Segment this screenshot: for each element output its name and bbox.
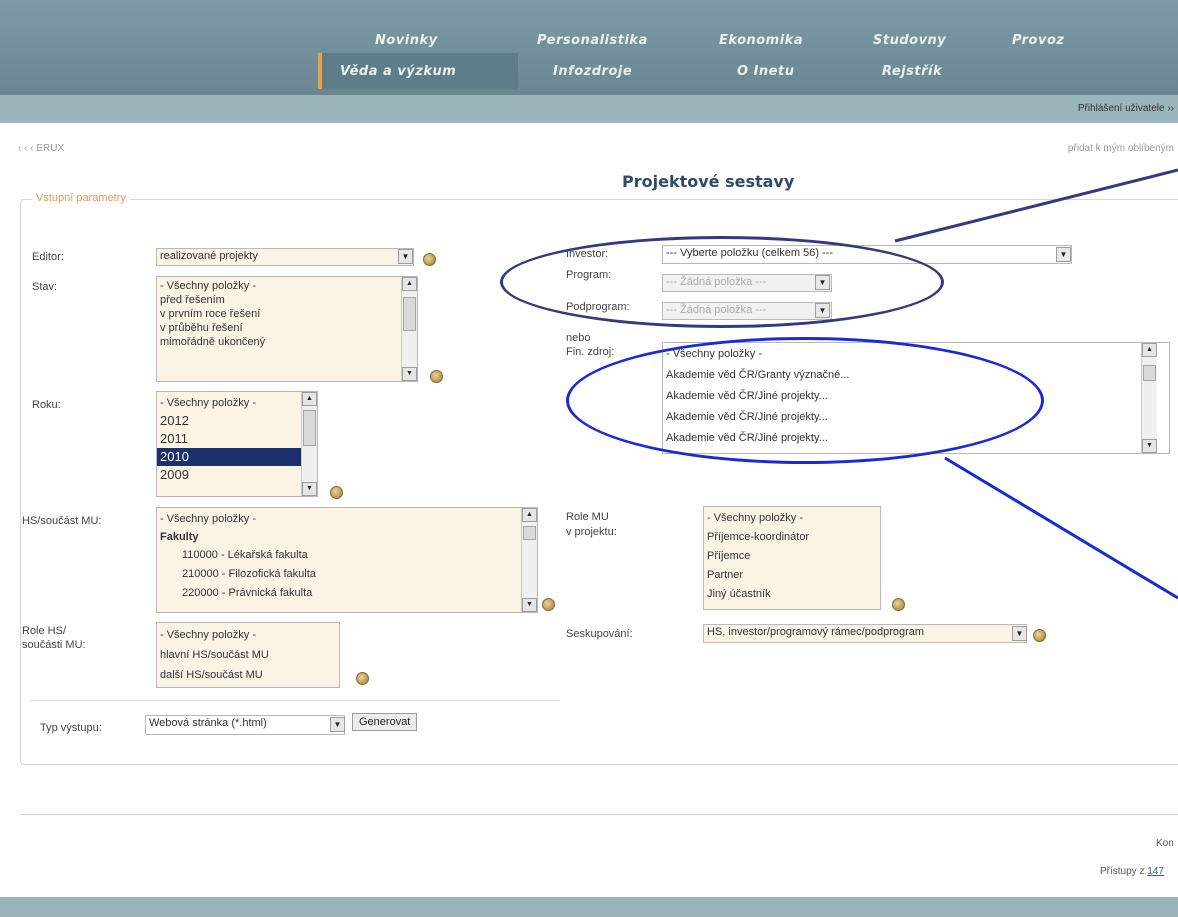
annotation-arrow-fin-zdroj (944, 456, 1178, 600)
annotation-arrows (894, 168, 1178, 600)
annotation-arrow-investor (894, 168, 1178, 243)
